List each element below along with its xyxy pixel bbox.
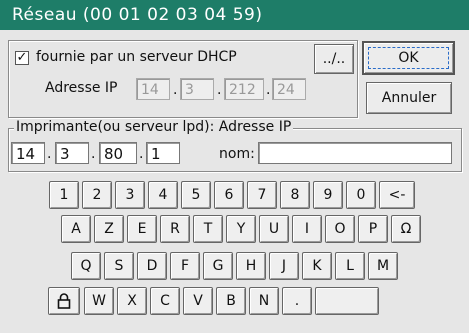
key[interactable]: L [335,252,365,280]
key[interactable]: R [160,215,190,243]
browse-button[interactable]: ../.. [314,44,354,74]
key[interactable]: 1 [49,181,79,209]
printer-name-label: nom: [219,146,255,162]
key[interactable]: J [269,252,299,280]
key[interactable]: W [84,287,114,315]
printer-ip-octet-2[interactable]: 3 [55,142,89,164]
key[interactable]: 5 [181,181,211,209]
ok-button[interactable]: OK [362,41,455,75]
key[interactable]: Y [226,215,256,243]
printer-ip-octet-4[interactable]: 1 [146,142,180,164]
key[interactable]: Z [94,215,124,243]
network-dialog: Réseau (00 01 02 03 04 59) ✓ fournie par… [0,0,469,333]
key[interactable]: 2 [82,181,112,209]
dhcp-label: fournie par un serveur DHCP [36,49,237,65]
key[interactable]: E [127,215,157,243]
ok-label: OK [398,50,419,66]
space-key[interactable] [315,287,379,315]
cancel-button[interactable]: Annuler [366,82,452,114]
key[interactable]: M [368,252,398,280]
key[interactable]: 0 [346,181,376,209]
printer-ip-octet-1[interactable]: 14 [11,142,45,164]
dhcp-ip-octet-2[interactable]: 3 [180,78,214,100]
key[interactable]: C [150,287,180,315]
key[interactable]: . [282,287,312,315]
ip-dot: . [47,146,52,162]
key[interactable]: G [203,252,233,280]
key[interactable]: K [302,252,332,280]
dhcp-ip-octet-3[interactable]: 212 [224,78,264,100]
key[interactable]: Q [71,252,101,280]
printer-ip-octet-3[interactable]: 80 [99,142,137,164]
key[interactable]: D [137,252,167,280]
key[interactable]: 9 [313,181,343,209]
key[interactable]: I [292,215,322,243]
ip-dot: . [266,82,271,98]
printer-legend: Imprimante(ou serveur lpd): Adresse IP [14,119,294,135]
dhcp-ip-octet-4[interactable]: 24 [272,78,306,100]
ip-dot: . [139,146,144,162]
key[interactable]: V [183,287,213,315]
key[interactable]: 6 [214,181,244,209]
key[interactable]: 7 [247,181,277,209]
ip-dot: . [173,82,178,98]
key[interactable]: T [193,215,223,243]
printer-name-field[interactable] [258,142,452,164]
key[interactable]: A [61,215,91,243]
key[interactable]: H [236,252,266,280]
key[interactable]: X [117,287,147,315]
dhcp-checkbox[interactable]: ✓ [15,51,29,65]
key[interactable]: F [170,252,200,280]
key[interactable]: 8 [280,181,310,209]
key[interactable]: O [325,215,355,243]
key[interactable]: 3 [115,181,145,209]
key[interactable]: N [249,287,279,315]
ip-dot: . [91,146,96,162]
key[interactable]: U [259,215,289,243]
lock-key[interactable] [48,287,80,315]
dhcp-ip-octet-1[interactable]: 14 [136,78,170,100]
key[interactable]: Ω [391,215,421,243]
lock-icon [57,293,71,309]
key[interactable]: 4 [148,181,178,209]
key[interactable]: P [358,215,388,243]
dhcp-ip-label: Adresse IP [45,80,118,96]
key[interactable]: <- [379,181,415,209]
key[interactable]: S [104,252,134,280]
window-title: Réseau (00 01 02 03 04 59) [0,0,469,30]
ip-dot: . [217,82,222,98]
key[interactable]: B [216,287,246,315]
